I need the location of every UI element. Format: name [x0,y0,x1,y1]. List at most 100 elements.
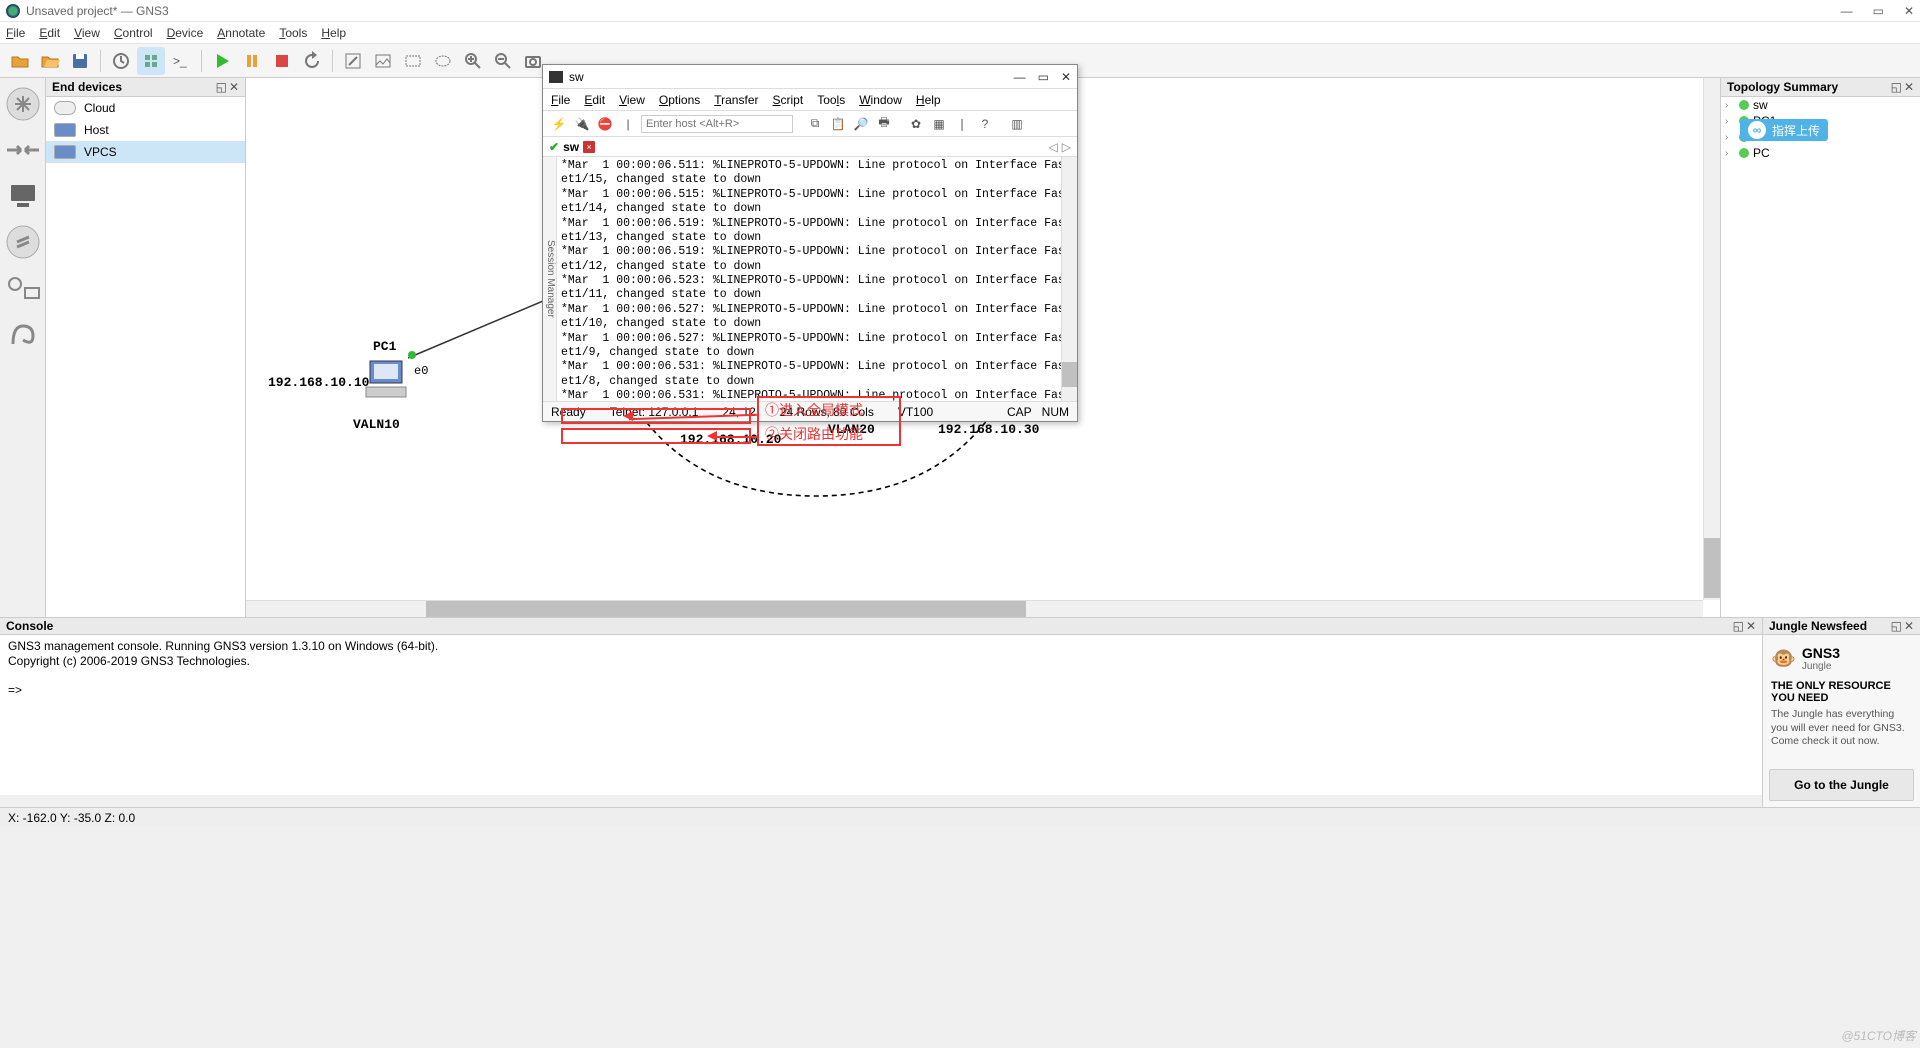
pc1-ip-label: 192.168.10.10 [268,375,369,390]
term-menu-window[interactable]: Window [859,93,902,107]
app-logo-icon [6,4,20,18]
rectangle-button[interactable] [399,47,427,75]
find-button[interactable]: 🔎 [851,114,871,134]
canvas-scrollbar-horizontal[interactable] [246,600,1703,617]
console-close-button[interactable]: ✕ [1746,619,1756,633]
zoom-out-button[interactable] [489,47,517,75]
canvas-scrollbar-vertical[interactable] [1703,78,1720,600]
save-project-button[interactable] [66,47,94,75]
jungle-sub: Jungle [1802,661,1840,672]
image-button[interactable] [369,47,397,75]
reload-all-button[interactable] [298,47,326,75]
term-menu-script[interactable]: Script [773,93,804,107]
help-button[interactable]: ? [975,114,995,134]
terminal-scrollbar[interactable] [1061,157,1077,401]
topology-item-sw[interactable]: ›sw [1721,97,1920,113]
start-all-button[interactable] [208,47,236,75]
menu-tools[interactable]: Tools [279,26,307,40]
topology-close-button[interactable]: ✕ [1904,80,1914,94]
copy-button[interactable]: ⧉ [805,114,825,134]
session-manager-tab[interactable]: Session Manager [543,157,557,401]
highlight-button[interactable]: ❘ [952,114,972,134]
switches-button[interactable] [3,130,43,170]
jungle-title: Jungle Newsfeed [1769,619,1867,633]
terminal-window[interactable]: sw — ▭ ✕ File Edit View Options Transfer… [542,64,1078,422]
device-category-strip [0,78,46,617]
go-to-jungle-button[interactable]: Go to the Jungle [1769,769,1914,801]
app-menubar: File Edit View Control Device Annotate T… [0,22,1920,44]
device-host[interactable]: Host [46,119,245,141]
terminal-tab-sw[interactable]: ✔sw× [549,140,595,154]
toggle-pane-button[interactable]: ▥ [1007,114,1027,134]
reconnect-button[interactable]: 🔌 [572,114,592,134]
term-menu-transfer[interactable]: Transfer [714,93,758,107]
device-vpcs[interactable]: VPCS [46,141,245,163]
menu-annotate[interactable]: Annotate [217,26,265,40]
term-status-emu: VT100 [898,405,933,419]
upload-badge[interactable]: ∞ 指挥上传 [1740,119,1828,141]
all-devices-button[interactable] [3,268,43,308]
panel-close-button[interactable]: ✕ [229,80,239,94]
terminal-close-button[interactable]: ✕ [1061,70,1071,84]
jungle-heading: THE ONLY RESOURCE YOU NEED [1771,680,1912,704]
menu-view[interactable]: View [74,26,100,40]
tab-next-button[interactable]: ▷ [1062,140,1071,154]
topology-item-pc3[interactable]: ›PC [1721,145,1920,161]
host-input[interactable] [641,115,793,133]
tab-prev-button[interactable]: ◁ [1049,140,1058,154]
term-menu-edit[interactable]: Edit [584,93,605,107]
annotation-text-2: ②关闭路由功能 [765,424,863,444]
stop-all-button[interactable] [268,47,296,75]
term-menu-view[interactable]: View [619,93,645,107]
menu-file[interactable]: File [6,26,25,40]
end-devices-panel: End devices ◱✕ Cloud Host VPCS [46,78,246,617]
maximize-button[interactable]: ▭ [1873,4,1884,18]
paste-button[interactable]: 📋 [828,114,848,134]
session-opts-button[interactable]: ▦ [929,114,949,134]
menu-control[interactable]: Control [114,26,153,40]
pause-all-button[interactable] [238,47,266,75]
terminal-output[interactable]: *Mar 1 00:00:06.511: %LINEPROTO-5-UPDOWN… [557,157,1061,401]
show-labels-button[interactable] [137,47,165,75]
topology-summary-panel: Topology Summary ◱✕ ›sw ›PC1 ›P ›PC [1720,78,1920,617]
routers-button[interactable] [3,84,43,124]
menu-device[interactable]: Device [167,26,204,40]
snapshot-button[interactable] [107,47,135,75]
menu-edit[interactable]: Edit [39,26,60,40]
close-button[interactable]: ✕ [1904,4,1914,18]
console-all-button[interactable]: >_ [167,47,195,75]
new-project-button[interactable] [6,47,34,75]
topology-undock-button[interactable]: ◱ [1891,80,1902,94]
terminal-titlebar[interactable]: sw — ▭ ✕ [543,65,1077,89]
terminal-minimize-button[interactable]: — [1014,70,1026,84]
terminal-maximize-button[interactable]: ▭ [1038,70,1049,84]
options-button[interactable]: ✿ [906,114,926,134]
open-project-button[interactable] [36,47,64,75]
panel-undock-button[interactable]: ◱ [216,80,227,94]
annotation-arrowhead-2 [707,431,717,441]
pc1-vlan-label: VALN10 [353,417,400,432]
annotation-text-1: ①进入全局模式 [765,400,863,420]
jungle-undock-button[interactable]: ◱ [1891,619,1902,633]
minimize-button[interactable]: — [1841,4,1853,18]
quick-connect-button[interactable]: ⚡ [549,114,569,134]
term-menu-help[interactable]: Help [916,93,941,107]
zoom-in-button[interactable] [459,47,487,75]
disconnect-button[interactable]: ⛔ [595,114,615,134]
jungle-close-button[interactable]: ✕ [1904,619,1914,633]
print-button[interactable]: 🖶 [874,114,894,134]
note-button[interactable] [339,47,367,75]
link-button[interactable] [3,314,43,354]
ellipse-button[interactable] [429,47,457,75]
menu-help[interactable]: Help [321,26,346,40]
term-status-cap: CAP [1007,405,1032,419]
device-cloud[interactable]: Cloud [46,97,245,119]
end-devices-button[interactable] [3,176,43,216]
console-undock-button[interactable]: ◱ [1733,619,1744,633]
security-devices-button[interactable] [3,222,43,262]
term-menu-options[interactable]: Options [659,93,700,107]
term-menu-file[interactable]: File [551,93,570,107]
tab-close-button[interactable]: × [583,141,595,153]
console-output[interactable]: GNS3 management console. Running GNS3 ve… [0,635,1762,795]
term-menu-tools[interactable]: Tools [817,93,845,107]
